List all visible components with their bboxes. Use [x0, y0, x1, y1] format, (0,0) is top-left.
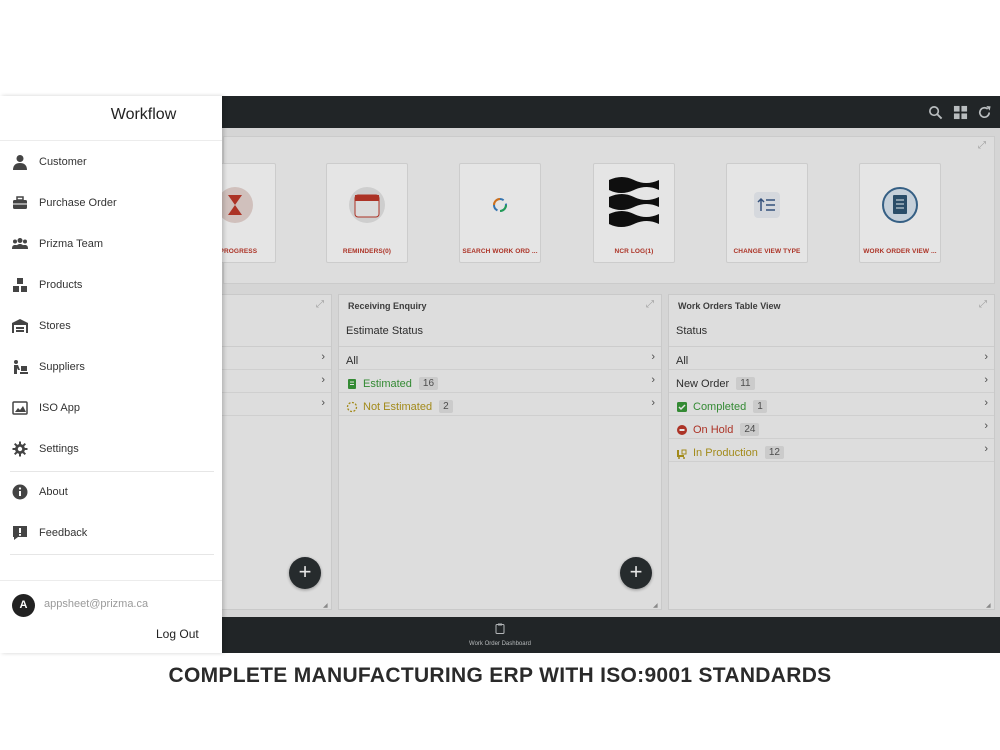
page: ⤢ N PROGRESS REMINDERS(0) SEARCH WORK OR…: [0, 0, 1000, 750]
drawer-item-label: About: [39, 485, 68, 498]
boxes-icon: [11, 276, 29, 294]
promo-caption: COMPLETE MANUFACTURING ERP WITH ISO:9001…: [168, 664, 832, 687]
drawer-item-label: Purchase Order: [39, 196, 117, 209]
person-icon: [11, 153, 29, 171]
image-icon: [11, 399, 29, 417]
drawer-item-label: Settings: [39, 442, 79, 455]
briefcase-icon: [11, 194, 29, 212]
avatar: A: [12, 594, 35, 617]
divider: [0, 580, 222, 581]
account-email: appsheet@prizma.ca: [44, 598, 149, 610]
drawer-item-suppliers[interactable]: Suppliers: [0, 346, 222, 387]
divider: [10, 554, 214, 555]
team-icon: [11, 235, 29, 253]
warehouse-icon: [11, 317, 29, 335]
drawer-item-products[interactable]: Products: [0, 264, 222, 305]
feedback-icon: [11, 524, 29, 542]
gear-icon: [11, 440, 29, 458]
drawer-item-iso-app[interactable]: ISO App: [0, 387, 222, 428]
drawer-item-stores[interactable]: Stores: [0, 305, 222, 346]
supplier-icon: [11, 358, 29, 376]
navigation-drawer: Workflow Customer Purchase Order Prizma …: [0, 96, 222, 653]
drawer-item-label: Feedback: [39, 526, 88, 539]
drawer-item-label: Suppliers: [39, 360, 85, 373]
drawer-item-feedback[interactable]: Feedback: [0, 512, 222, 553]
drawer-item-about[interactable]: About: [0, 471, 222, 512]
drawer-item-label: Prizma Team: [39, 237, 103, 250]
drawer-item-settings[interactable]: Settings: [0, 428, 222, 469]
drawer-item-label: ISO App: [39, 401, 80, 414]
drawer-item-label: Products: [39, 278, 83, 291]
logout-button[interactable]: Log Out: [156, 627, 199, 641]
drawer-item-label: Customer: [39, 155, 87, 168]
drawer-item-prizma-team[interactable]: Prizma Team: [0, 223, 222, 264]
drawer-item-customer[interactable]: Customer: [0, 141, 222, 182]
drawer-item-label: Stores: [39, 319, 71, 332]
drawer-item-purchase-order[interactable]: Purchase Order: [0, 182, 222, 223]
info-icon: [11, 483, 29, 501]
drawer-title: Workflow: [110, 106, 177, 123]
